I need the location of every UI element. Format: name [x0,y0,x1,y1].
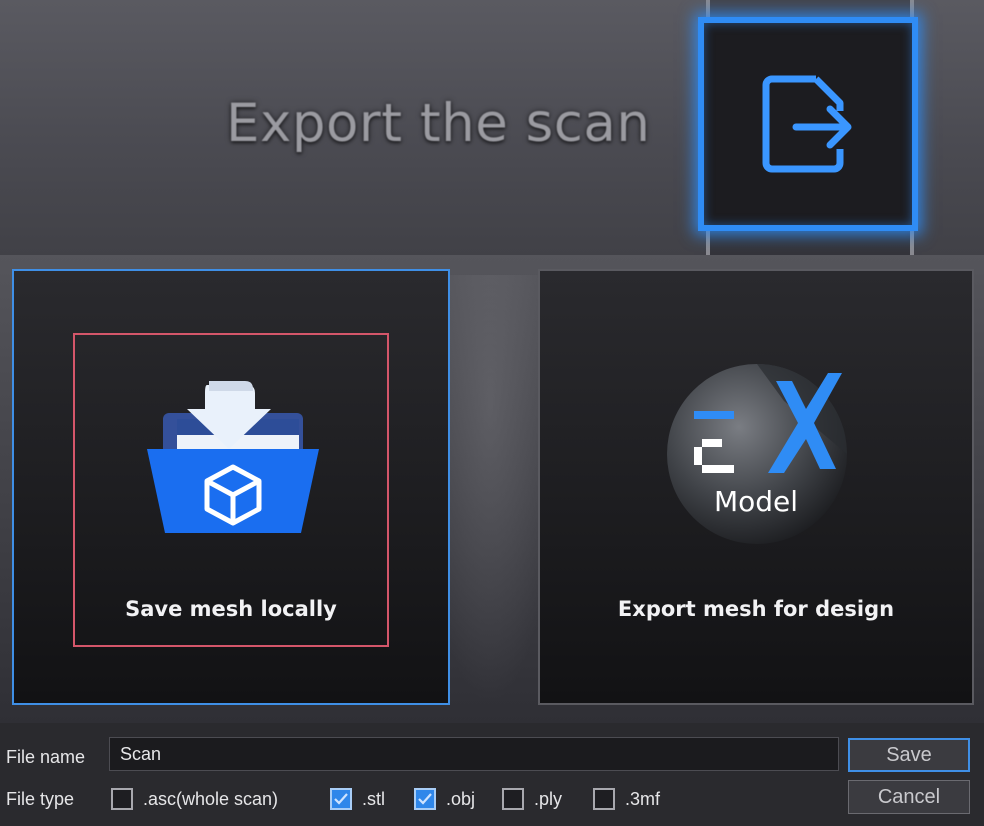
3mf-label: .3mf [625,788,661,809]
export-scan-tile[interactable] [698,17,918,231]
obj-label: .obj [446,788,476,809]
3mf-checkbox[interactable] [593,788,615,810]
export-mesh-for-design-label: Export mesh for design [617,597,895,621]
file-type-asc[interactable]: .asc(whole scan) [111,786,278,812]
banner-title: Export the scan [226,93,651,154]
file-type-obj[interactable]: .obj [414,786,475,812]
stl-checkbox[interactable] [330,788,352,810]
save-mesh-locally-option[interactable]: Save mesh locally [12,269,450,705]
options-area: Save mesh locally Model Export mesh for … [0,255,984,723]
asc-checkbox[interactable] [111,788,133,810]
file-type-ply[interactable]: .ply [502,786,562,812]
checkmark-icon [334,793,348,805]
file-name-input[interactable] [109,737,839,771]
checkmark-icon [418,793,432,805]
export-arrow-icon [762,75,852,173]
exmodel-logo-icon [664,361,850,552]
save-folder-cube-icon [145,375,321,540]
file-type-stl[interactable]: .stl [330,786,385,812]
save-mesh-locally-label: Save mesh locally [125,597,337,621]
file-name-label: File name [6,747,86,767]
banner: Export the scan [0,0,984,255]
file-type-label: File type [6,789,75,809]
export-mesh-for-design-option[interactable]: Model Export mesh for design [538,269,974,705]
ply-checkbox[interactable] [502,788,524,810]
stl-label: .stl [362,788,386,809]
cancel-button[interactable]: Cancel [848,780,970,814]
asc-label: .asc(whole scan) [143,788,279,809]
save-button[interactable]: Save [848,738,970,772]
exmodel-logo-text: Model [713,485,799,518]
file-type-3mf[interactable]: .3mf [593,786,660,812]
obj-checkbox[interactable] [414,788,436,810]
ply-label: .ply [534,788,563,809]
export-form: File name Save File type .asc(whole scan… [0,723,984,826]
